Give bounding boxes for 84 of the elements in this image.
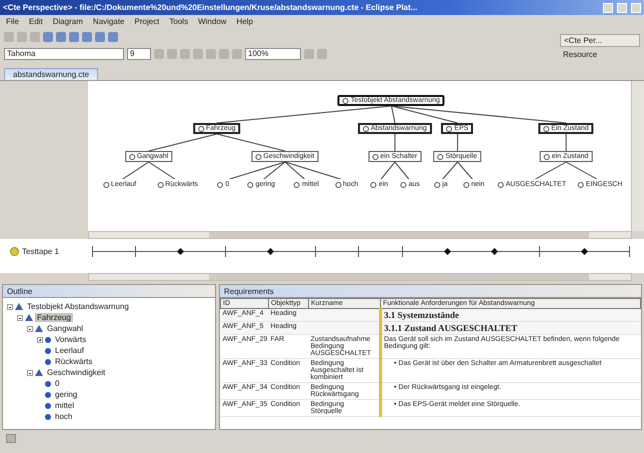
scrollbar[interactable] (88, 231, 632, 239)
font-combo[interactable]: Tahoma (4, 48, 124, 60)
node-icon (255, 154, 262, 160)
tape-icon (10, 247, 19, 256)
node-icon (102, 182, 109, 188)
table-cell (308, 308, 380, 322)
node-icon (294, 182, 300, 188)
tree-item[interactable]: hoch (53, 412, 74, 421)
node-icon (498, 182, 504, 188)
node-icon (342, 98, 349, 104)
dot-icon (45, 348, 51, 354)
perspective-button[interactable]: <Cte Per... (560, 34, 640, 47)
menu-item[interactable]: Edit (28, 17, 43, 26)
node-icon (438, 154, 444, 160)
dot-icon (45, 402, 51, 408)
connector-line (394, 162, 411, 182)
node-icon (248, 182, 254, 188)
node-icon (157, 182, 164, 188)
dot-icon (45, 414, 51, 420)
close-button[interactable] (631, 2, 641, 12)
node-icon (463, 182, 470, 188)
connector-line (119, 162, 150, 182)
dot-icon (45, 358, 51, 364)
tape-label: Testtape 1 (22, 247, 59, 256)
requirement-text: 3.1 Systemzustände (380, 308, 640, 322)
dot-icon (45, 336, 51, 342)
tree-item[interactable]: Fahrzeug (35, 313, 73, 322)
zoom-combo[interactable]: 100% (245, 48, 301, 60)
node-icon (372, 154, 378, 160)
node-icon (400, 182, 407, 188)
tree-item[interactable]: Leerlauf (53, 346, 86, 355)
expand-toggle[interactable] (27, 326, 33, 332)
scrollbar[interactable] (88, 273, 632, 281)
scrollbar[interactable] (631, 81, 644, 231)
requirement-text: 3.1.1 Zustand AUSGESCHALTET (380, 322, 640, 334)
node-icon (434, 182, 440, 188)
tree-item[interactable]: Rückwärts (53, 357, 94, 366)
dot-icon (45, 380, 51, 386)
node-icon (217, 182, 224, 188)
node-icon (578, 182, 584, 188)
panel-tab[interactable]: Outline (7, 286, 32, 296)
tree-item[interactable]: Testobjekt Abstandswarnung (25, 302, 131, 311)
menu-item[interactable]: Help (236, 17, 253, 26)
connector-line (394, 134, 396, 152)
tree-item[interactable]: mittel (53, 401, 76, 410)
tree-item[interactable]: gering (53, 390, 80, 399)
connector-line (148, 134, 218, 152)
menu-item[interactable]: Project (134, 17, 160, 26)
tree-item[interactable]: 0 (53, 379, 62, 388)
window-title: <Cte Perspective> - file:/C:/Dokumente%20und%20Einstellungen/Kruse/abstandswarnung.cte - Eclipse Plat... (3, 3, 418, 12)
expand-toggle[interactable] (27, 370, 33, 376)
expand-toggle[interactable] (7, 304, 13, 310)
connector-line (440, 162, 458, 182)
tree-item[interactable]: Gangwahl (45, 324, 86, 333)
perspective-button[interactable]: Resource (560, 49, 640, 60)
node-icon (543, 126, 550, 132)
expand-toggle[interactable] (17, 314, 23, 320)
maximize-button[interactable] (617, 2, 627, 12)
size-combo[interactable]: 9 (127, 48, 151, 60)
node-icon (362, 126, 369, 132)
minimize-button[interactable] (603, 2, 613, 12)
status-icon (6, 434, 16, 443)
dot-icon (45, 392, 51, 398)
menu-item[interactable]: File (6, 17, 19, 26)
node-icon (370, 182, 377, 188)
node-icon (544, 154, 550, 160)
menu-item[interactable]: Navigate (92, 17, 124, 26)
menu-item[interactable]: Diagram (52, 17, 83, 26)
menu-item[interactable]: Tools (169, 17, 188, 26)
expand-toggle[interactable] (37, 336, 43, 342)
table-cell (308, 322, 380, 334)
node-icon (446, 126, 452, 132)
node-icon (198, 126, 204, 132)
node-icon (334, 182, 341, 188)
tree-item[interactable]: Geschwindigkeit (45, 368, 108, 377)
node-icon (128, 154, 135, 160)
connector-line (456, 134, 458, 152)
connector-line (456, 162, 474, 182)
editor-tab[interactable]: abstandswarnung.cte (4, 68, 98, 80)
panel-tab[interactable]: Requirements (224, 286, 274, 296)
connector-line (378, 162, 396, 182)
tree-item[interactable]: Vorwärts (53, 335, 88, 344)
connector-line (216, 134, 286, 152)
menu-item[interactable]: Window (198, 17, 227, 26)
